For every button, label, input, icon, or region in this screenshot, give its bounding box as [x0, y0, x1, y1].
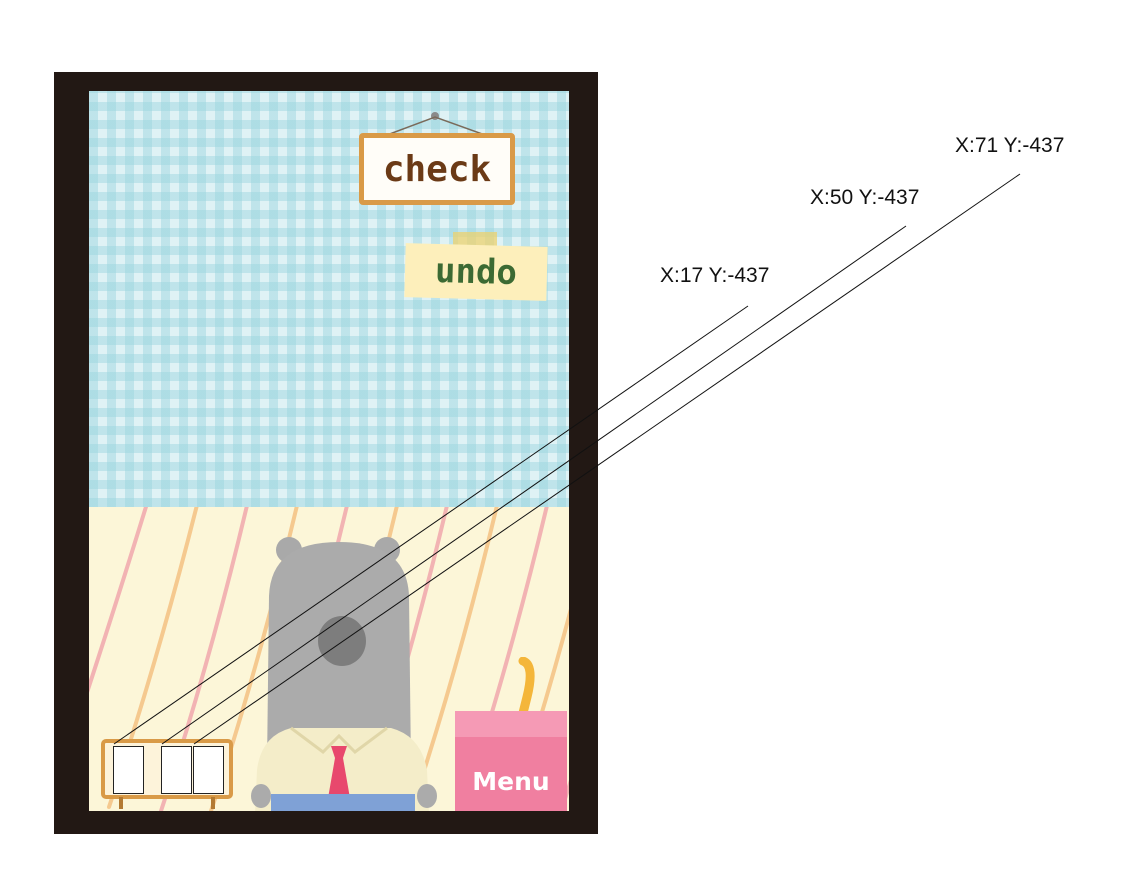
- toy-box-rim: [455, 711, 567, 737]
- board-leg: [119, 797, 123, 809]
- coordinate-label-1: X:17 Y:-437: [660, 264, 770, 287]
- answer-slot-3[interactable]: [193, 746, 224, 794]
- answer-slot-1[interactable]: [113, 746, 144, 794]
- board-leg: [211, 797, 215, 809]
- coordinate-label-2: X:50 Y:-437: [810, 186, 920, 209]
- answer-slot-2[interactable]: [161, 746, 192, 794]
- game-screen: check undo Menu: [89, 91, 569, 811]
- coordinate-label-3: X:71 Y:-437: [955, 134, 1065, 157]
- check-button[interactable]: check: [359, 133, 515, 205]
- menu-button[interactable]: Menu: [455, 761, 567, 801]
- undo-button[interactable]: undo: [404, 243, 548, 301]
- bear-character: [251, 537, 437, 811]
